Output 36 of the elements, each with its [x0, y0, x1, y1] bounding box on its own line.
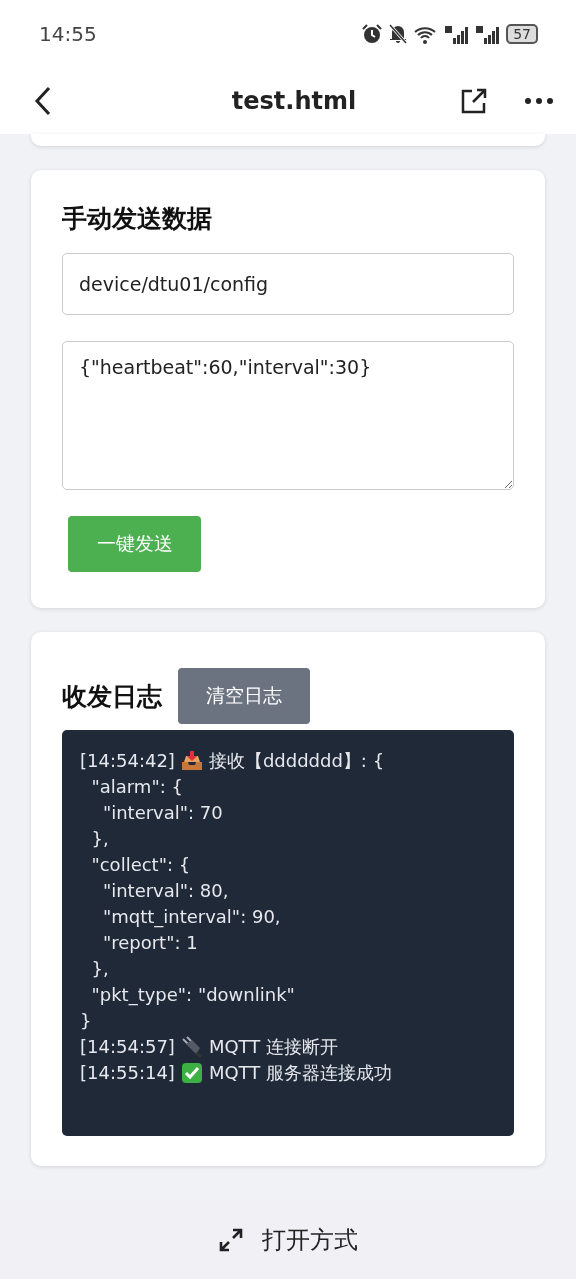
open-with-label[interactable]: 打开方式 [262, 1223, 358, 1256]
log-time: [14:55:14] [80, 1061, 175, 1085]
section-title: 收发日志 [62, 680, 162, 713]
log-time: [14:54:57] [80, 1035, 175, 1059]
plug-icon [180, 1036, 203, 1058]
inbox-tray-icon [180, 750, 203, 772]
log-message: MQTT 服务器连接成功 [208, 1061, 392, 1085]
log-time: [14:54:42] [80, 749, 175, 773]
clear-log-button[interactable]: 清空日志 [178, 668, 310, 724]
log-line: } [80, 1009, 93, 1033]
log-line: "report": 1 [101, 931, 199, 955]
log-message: 接收【ddddddd】: { [208, 749, 385, 773]
log-line: "mqtt_interval": 90, [101, 905, 282, 930]
signal-icon [444, 23, 471, 45]
page-title: test.html [231, 87, 357, 115]
expand-icon[interactable] [218, 1226, 244, 1253]
share-icon[interactable] [460, 87, 488, 115]
battery-indicator: 57 [506, 24, 538, 44]
more-icon[interactable] [524, 97, 554, 105]
log-line: "alarm": { [90, 775, 184, 799]
alarm-icon [361, 23, 384, 45]
log-line: "pkt_type": "downlink" [90, 983, 296, 1008]
log-line: "interval": 80, [101, 879, 230, 903]
check-mark-icon [180, 1062, 203, 1084]
muted-bell-icon [388, 23, 409, 45]
log-line: "interval": 70 [101, 801, 224, 825]
back-icon[interactable] [34, 86, 52, 116]
log-line: }, [90, 957, 110, 981]
log-line: "collect": { [90, 853, 192, 877]
signal-icon [475, 23, 502, 45]
section-title: 手动发送数据 [62, 203, 213, 235]
log-message: MQTT 连接断开 [208, 1035, 338, 1059]
log-line: }, [90, 827, 110, 851]
payload-field[interactable]: {"heartbeat":60,"interval":30} [62, 341, 514, 490]
topic-field[interactable]: device/dtu01/config [62, 253, 514, 315]
status-time: 14:55 [39, 22, 97, 46]
